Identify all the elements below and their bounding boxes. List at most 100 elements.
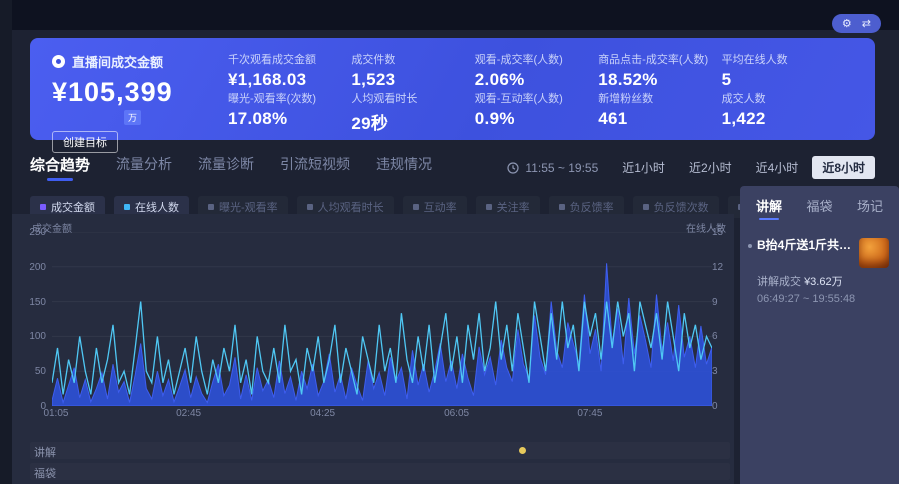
tab-违规情况[interactable]: 违规情况 — [376, 154, 432, 181]
explain-item[interactable]: B抬4斤送1斤共35-4... 讲解成交 ¥3.62万 06:49:27 ~ 1… — [740, 226, 899, 305]
metric-value: 2.06% — [475, 70, 588, 90]
x-axis-label: 07:45 — [577, 408, 602, 419]
settings-icon[interactable]: ⚙ — [842, 17, 852, 30]
item-bullet — [748, 244, 752, 248]
event-marker-dot[interactable] — [519, 447, 526, 454]
section-tabs-row: 综合趋势流量分析流量诊断引流短视频违规情况 11:55 ~ 19:55 近1小时… — [30, 154, 875, 181]
x-axis-label: 01:05 — [43, 408, 68, 419]
axis-tick: 3 — [712, 366, 718, 377]
target-icon — [52, 55, 65, 68]
metric-label: 观看-成交率(人数) — [475, 51, 588, 67]
chip-dot — [643, 204, 649, 210]
marker-row-label: 讲解 — [34, 444, 56, 460]
chip-dot — [208, 204, 214, 210]
gmv-title: 直播间成交金额 — [72, 52, 163, 71]
metrics-grid: 千次观看成交金额 ¥1,168.03 成交件数 1,523 观看-成交率(人数) 2.06… — [218, 38, 875, 140]
chip-label: 曝光-观看率 — [219, 199, 278, 215]
chip-dot — [413, 204, 419, 210]
metric-value: 5 — [722, 70, 835, 90]
marker-row-label: 福袋 — [34, 465, 56, 481]
metric-label: 观看-互动率(人数) — [475, 90, 588, 106]
metric-label: 曝光-观看率(次数) — [228, 90, 341, 106]
create-goal-button[interactable]: 创建目标 — [52, 131, 118, 153]
metric-value: 0.9% — [475, 109, 588, 129]
metric-value: 18.52% — [598, 70, 711, 90]
deal-value: ¥3.62万 — [804, 276, 843, 288]
time-buttons: 近1小时近2小时近4小时近8小时 — [612, 156, 875, 179]
chip-label: 成交金额 — [51, 199, 95, 215]
metric-cell: 观看-成交率(人数) 2.06% — [475, 51, 588, 90]
chip-label: 互动率 — [424, 199, 457, 215]
swap-icon[interactable]: ⇄ — [862, 17, 871, 30]
axis-tick: 200 — [29, 262, 46, 273]
metric-cell: 成交件数 1,523 — [351, 51, 464, 90]
metric-cell: 人均观看时长29秒 — [351, 90, 464, 134]
metric-label: 千次观看成交金额 — [228, 51, 341, 67]
metric-cell: 新增粉丝数 461 — [598, 90, 711, 134]
item-time-range: 06:49:27 ~ 19:55:48 — [757, 293, 889, 305]
metric-value: ¥1,168.03 — [228, 70, 341, 90]
time-button-近4小时[interactable]: 近4小时 — [746, 156, 809, 179]
chip-dot — [559, 204, 565, 210]
time-button-近2小时[interactable]: 近2小时 — [679, 156, 742, 179]
axis-tick: 50 — [35, 366, 46, 377]
product-title: B抬4斤送1斤共35-4... — [757, 238, 853, 253]
x-axis-labels: 01:0502:4504:2506:0507:45 — [52, 408, 712, 422]
metric-cell: 千次观看成交金额 ¥1,168.03 — [228, 51, 341, 90]
gmv-value: ¥105,399 — [52, 77, 218, 108]
plot-area[interactable] — [52, 232, 712, 406]
tabs-container: 综合趋势流量分析流量诊断引流短视频违规情况 — [30, 154, 458, 181]
marker-row-讲解[interactable]: 讲解 — [30, 442, 730, 459]
x-axis-label: 04:25 — [310, 408, 335, 419]
marker-row-福袋[interactable]: 福袋 — [30, 463, 730, 480]
axis-tick: 15 — [712, 227, 723, 238]
metric-value: 17.08% — [228, 109, 341, 129]
metric-cell: 成交人数1,422 — [722, 90, 835, 134]
gmv-block: 直播间成交金额 ¥105,399 万 创建目标 — [30, 38, 218, 140]
product-thumbnail — [859, 238, 889, 268]
summary-card: 直播间成交金额 ¥105,399 万 创建目标 千次观看成交金额 ¥1,168.0… — [30, 38, 875, 140]
left-axis-ticks: 250200150100500 — [12, 232, 46, 406]
deal-label: 讲解成交 — [757, 276, 801, 288]
clock-icon — [507, 162, 519, 174]
time-filter: 11:55 ~ 19:55 近1小时近2小时近4小时近8小时 — [507, 156, 875, 179]
chip-dot — [307, 204, 313, 210]
unit-badge: 万 — [124, 110, 141, 125]
metric-cell: 曝光-观看率(次数) 17.08% — [228, 90, 341, 134]
session-panel: 讲解福袋 场记 B抬4斤送1斤共35-4... 讲解成交 ¥3.62万 06:49… — [740, 186, 899, 484]
axis-tick: 9 — [712, 297, 718, 308]
metric-label: 成交人数 — [722, 90, 835, 106]
right-axis-ticks: 15129630 — [712, 232, 732, 406]
metric-value: 461 — [598, 109, 711, 129]
axis-tick: 250 — [29, 227, 46, 238]
tab-引流短视频[interactable]: 引流短视频 — [280, 154, 350, 181]
left-sidebar-strip — [0, 0, 12, 484]
chip-label: 在线人数 — [135, 199, 179, 215]
live-dashboard: 直播间成交金额 ¥105,399 万 创建目标 千次观看成交金额 ¥1,168.0… — [0, 0, 899, 484]
time-range-text: 11:55 ~ 19:55 — [525, 161, 598, 175]
tab-综合趋势[interactable]: 综合趋势 — [30, 154, 90, 181]
panel-tab-讲解[interactable]: 讲解 — [756, 196, 782, 220]
axis-tick: 150 — [29, 297, 46, 308]
metric-cell: 商品点击-成交率(人数) 18.52% — [598, 51, 711, 90]
metric-label: 新增粉丝数 — [598, 90, 711, 106]
metric-label: 成交件数 — [351, 51, 464, 67]
axis-tick: 6 — [712, 331, 718, 342]
card-tools: ⚙ ⇄ — [832, 14, 881, 33]
panel-tab-场记[interactable]: 场记 — [857, 196, 883, 220]
top-band — [0, 0, 899, 30]
chip-dot — [124, 204, 130, 210]
metric-value: 1,523 — [351, 70, 464, 90]
metric-value: 29秒 — [351, 109, 464, 134]
tab-流量诊断[interactable]: 流量诊断 — [198, 154, 254, 181]
axis-tick: 0 — [712, 401, 718, 412]
trend-chart: 成交金额 在线人数 250200150100500 15129630 01:05… — [12, 214, 734, 484]
chip-label: 负反馈次数 — [654, 199, 709, 215]
tab-流量分析[interactable]: 流量分析 — [116, 154, 172, 181]
panel-tab-福袋[interactable]: 福袋 — [806, 196, 832, 220]
chip-label: 人均观看时长 — [318, 199, 384, 215]
time-button-近8小时[interactable]: 近8小时 — [812, 156, 875, 179]
metric-label: 商品点击-成交率(人数) — [598, 51, 711, 67]
chip-dot — [486, 204, 492, 210]
time-button-近1小时[interactable]: 近1小时 — [612, 156, 675, 179]
